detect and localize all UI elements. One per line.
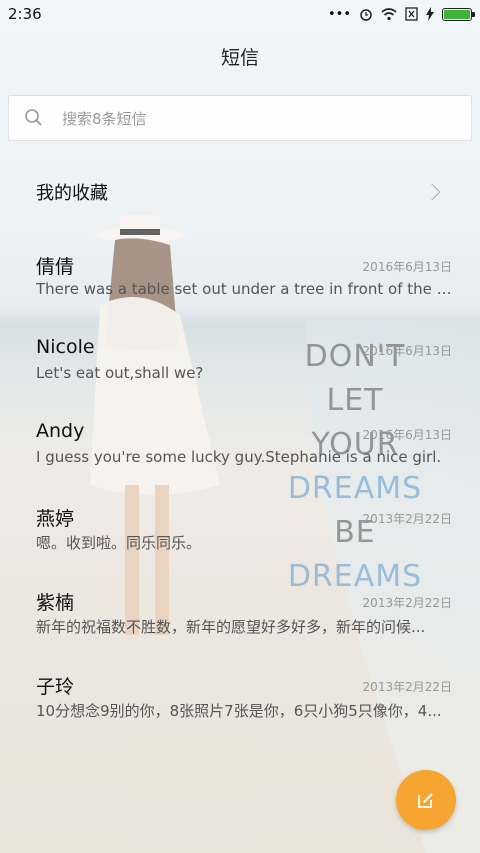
message-date: 2013年2月22日: [362, 680, 452, 694]
conversation-row[interactable]: 紫楠 2013年2月22日 新年的祝福数不胜数，新年的愿望好多好多，新年的问候.…: [0, 570, 480, 654]
status-time: 2:36: [8, 5, 42, 23]
message-preview: I guess you're some lucky guy.Stephanie …: [36, 448, 442, 466]
search-placeholder: 搜索8条短信: [62, 109, 147, 128]
contact-name: 倩倩: [36, 256, 75, 278]
status-bar: 2:36 •••: [0, 0, 480, 28]
search-icon: [25, 109, 42, 126]
search-input[interactable]: 搜索8条短信: [8, 95, 472, 141]
compose-button[interactable]: [396, 770, 456, 830]
conversation-row[interactable]: 燕婷 2013年2月22日 嗯。收到啦。同乐同乐。: [0, 486, 480, 570]
conversation-row[interactable]: Andy 2016年6月13日 I guess you're some luck…: [0, 402, 480, 486]
contact-name: Andy: [36, 420, 85, 442]
alarm-icon: [360, 9, 372, 21]
message-preview: There was a table set out under a tree i…: [36, 280, 452, 298]
contact-name: Nicole: [36, 336, 95, 358]
contact-name: 燕婷: [36, 508, 75, 530]
favorites-row[interactable]: 我的收藏: [0, 150, 480, 234]
message-date: 2016年6月13日: [362, 260, 452, 274]
contact-name: 紫楠: [36, 592, 75, 614]
battery-icon: [442, 7, 475, 21]
conversation-list: 我的收藏 倩倩 2016年6月13日 There was a table set…: [0, 150, 480, 738]
conversation-row[interactable]: 倩倩 2016年6月13日 There was a table set out …: [0, 234, 480, 318]
wifi-icon: [381, 7, 397, 20]
message-preview: 10分想念9别的你，8张照片7张是你，6只小狗5只像你，4...: [36, 702, 442, 720]
contact-name: 子玲: [36, 676, 75, 698]
compose-icon: [418, 793, 433, 808]
conversation-row[interactable]: Nicole 2016年6月13日 Let's eat out,shall we…: [0, 318, 480, 402]
page-title: 短信: [220, 47, 259, 69]
chevron-right-icon: [423, 183, 441, 201]
more-dots-icon: •••: [327, 6, 351, 22]
message-preview: Let's eat out,shall we?: [36, 364, 204, 382]
favorites-label: 我的收藏: [36, 183, 108, 204]
message-date: 2013年2月22日: [362, 512, 452, 526]
conversation-row[interactable]: 子玲 2013年2月22日 10分想念9别的你，8张照片7张是你，6只小狗5只像…: [0, 654, 480, 738]
message-date: 2013年2月22日: [362, 596, 452, 610]
message-preview: 嗯。收到啦。同乐同乐。: [36, 534, 202, 552]
message-date: 2016年6月13日: [362, 428, 452, 442]
sim-x-icon: [405, 7, 418, 21]
status-icons: •••: [327, 6, 475, 22]
charging-icon: [426, 7, 434, 21]
message-date: 2016年6月13日: [362, 344, 452, 358]
message-preview: 新年的祝福数不胜数，新年的愿望好多好多，新年的问候...: [36, 618, 426, 636]
